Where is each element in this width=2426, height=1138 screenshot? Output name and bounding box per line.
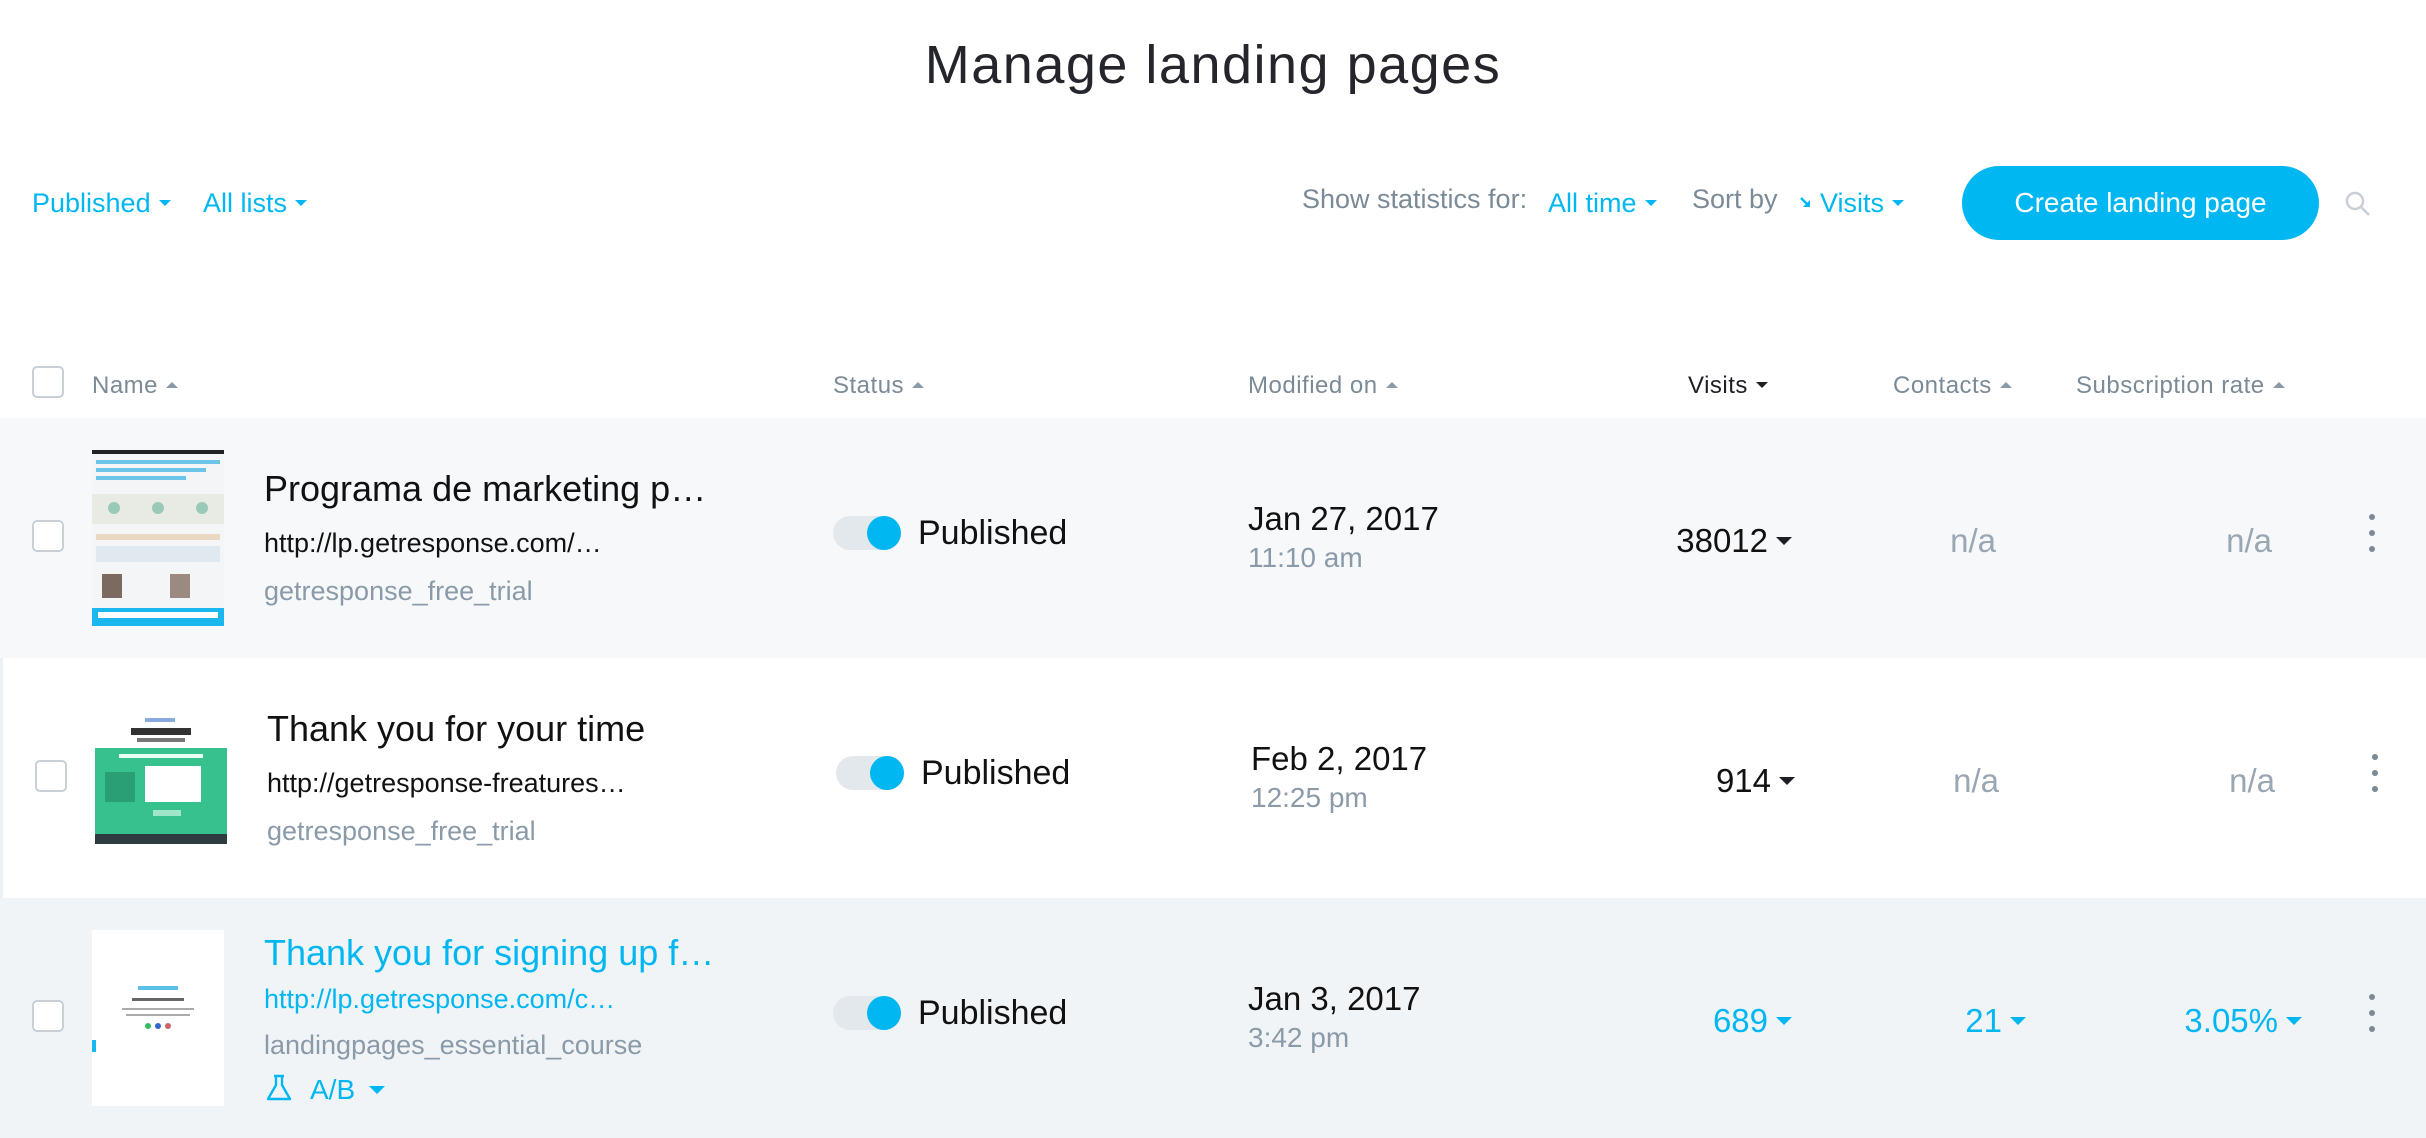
- modified-time: 12:25 pm: [1251, 782, 1368, 813]
- contacts-count: n/a: [1950, 522, 1996, 559]
- ab-test-dropdown[interactable]: A/B: [264, 1074, 386, 1107]
- modified-time: 11:10 am: [1248, 542, 1363, 573]
- column-header-name[interactable]: Name: [92, 372, 179, 400]
- visits-count[interactable]: 689: [1620, 1002, 1792, 1040]
- status-filter-dropdown[interactable]: Published: [32, 188, 171, 219]
- chevron-down-icon: [158, 199, 171, 206]
- statistics-period-label: All time: [1548, 188, 1637, 218]
- status-filter-label: Published: [32, 188, 151, 218]
- chevron-down-icon: [1776, 1017, 1792, 1026]
- sort-up-icon: [1385, 381, 1398, 388]
- lists-filter-dropdown[interactable]: All lists: [203, 188, 308, 219]
- landing-page-list: getresponse_free_trial: [264, 576, 533, 606]
- column-header-status[interactable]: Status: [833, 372, 925, 400]
- subscription-rate: n/a: [2226, 522, 2272, 559]
- visits-count[interactable]: 914: [1623, 762, 1795, 800]
- search-icon[interactable]: [2344, 190, 2372, 218]
- row-checkbox[interactable]: [32, 520, 64, 552]
- sort-by-dropdown[interactable]: Visits: [1798, 188, 1905, 219]
- row-checkbox[interactable]: [35, 760, 67, 792]
- sort-by-label: Sort by: [1692, 184, 1778, 214]
- status-label: Published: [918, 514, 1068, 552]
- publish-toggle[interactable]: [833, 516, 901, 550]
- landing-page-url[interactable]: http://lp.getresponse.com/…: [264, 528, 602, 559]
- landing-page-name[interactable]: Thank you for signing up f…: [264, 932, 714, 974]
- sort-descending-icon: [1800, 196, 1810, 207]
- table-row[interactable]: Thank you for your time http://getrespon…: [0, 658, 2426, 898]
- chevron-down-icon: [295, 199, 308, 206]
- row-checkbox[interactable]: [32, 1000, 64, 1032]
- sort-by-value: Visits: [1820, 188, 1885, 218]
- landing-page-thumbnail[interactable]: [92, 450, 224, 626]
- chevron-down-icon: [1776, 537, 1792, 546]
- landing-page-list: getresponse_free_trial: [267, 816, 536, 846]
- landing-page-list: landingpages_essential_course: [264, 1030, 643, 1060]
- table-header: Name Status Modified on Visits Contacts …: [0, 360, 2426, 418]
- select-all-checkbox[interactable]: [32, 366, 64, 398]
- lists-filter-label: All lists: [203, 188, 288, 218]
- table-row[interactable]: Thank you for signing up f… http://lp.ge…: [0, 898, 2426, 1138]
- more-options-icon[interactable]: [2362, 514, 2382, 554]
- ab-label: A/B: [310, 1074, 356, 1105]
- chevron-down-icon: [1644, 199, 1657, 206]
- modified-date: Jan 3, 2017: [1248, 980, 1421, 1017]
- table-row[interactable]: Programa de marketing p… http://lp.getre…: [0, 418, 2426, 658]
- landing-page-url[interactable]: http://lp.getresponse.com/c…: [264, 984, 615, 1015]
- chevron-down-icon: [1892, 199, 1905, 206]
- visits-count[interactable]: 38012: [1620, 522, 1792, 560]
- page-title: Manage landing pages: [924, 35, 1502, 95]
- column-header-modified-on[interactable]: Modified on: [1248, 372, 1398, 400]
- publish-toggle[interactable]: [833, 996, 901, 1030]
- contacts-count: n/a: [1953, 762, 1999, 799]
- modified-date: Feb 2, 2017: [1251, 740, 1428, 777]
- flask-icon: [266, 1074, 292, 1100]
- subscription-rate: n/a: [2229, 762, 2275, 799]
- chevron-down-icon: [2010, 1017, 2026, 1026]
- chevron-down-icon: [2286, 1017, 2302, 1026]
- sort-down-icon: [1755, 381, 1768, 388]
- more-options-icon[interactable]: [2362, 994, 2382, 1034]
- chevron-down-icon: [369, 1085, 386, 1094]
- chevron-down-icon: [1779, 777, 1795, 786]
- modified-date: Jan 27, 2017: [1248, 500, 1439, 537]
- sort-up-icon: [912, 381, 925, 388]
- contacts-count[interactable]: 21: [1880, 1002, 2026, 1040]
- landing-page-url[interactable]: http://getresponse-freatures…: [267, 768, 626, 799]
- column-header-subscription-rate[interactable]: Subscription rate: [2076, 372, 2285, 400]
- statistics-period-dropdown[interactable]: All time: [1548, 188, 1657, 219]
- sort-up-icon: [1999, 381, 2012, 388]
- publish-toggle[interactable]: [836, 756, 904, 790]
- landing-page-thumbnail[interactable]: [92, 930, 224, 1106]
- sort-up-icon: [166, 381, 179, 388]
- status-label: Published: [921, 754, 1071, 792]
- modified-time: 3:42 pm: [1248, 1022, 1350, 1053]
- column-header-visits[interactable]: Visits: [1688, 372, 1768, 400]
- landing-page-thumbnail[interactable]: [95, 712, 227, 844]
- column-header-contacts[interactable]: Contacts: [1893, 372, 2012, 400]
- landing-page-name[interactable]: Thank you for your time: [267, 708, 645, 750]
- show-statistics-label: Show statistics for:: [1302, 184, 1528, 214]
- landing-page-name[interactable]: Programa de marketing p…: [264, 468, 706, 510]
- subscription-rate[interactable]: 3.05%: [2150, 1002, 2302, 1040]
- sort-up-icon: [2272, 381, 2285, 388]
- create-landing-page-button[interactable]: Create landing page: [1962, 166, 2319, 240]
- more-options-icon[interactable]: [2365, 754, 2385, 794]
- status-label: Published: [918, 994, 1068, 1032]
